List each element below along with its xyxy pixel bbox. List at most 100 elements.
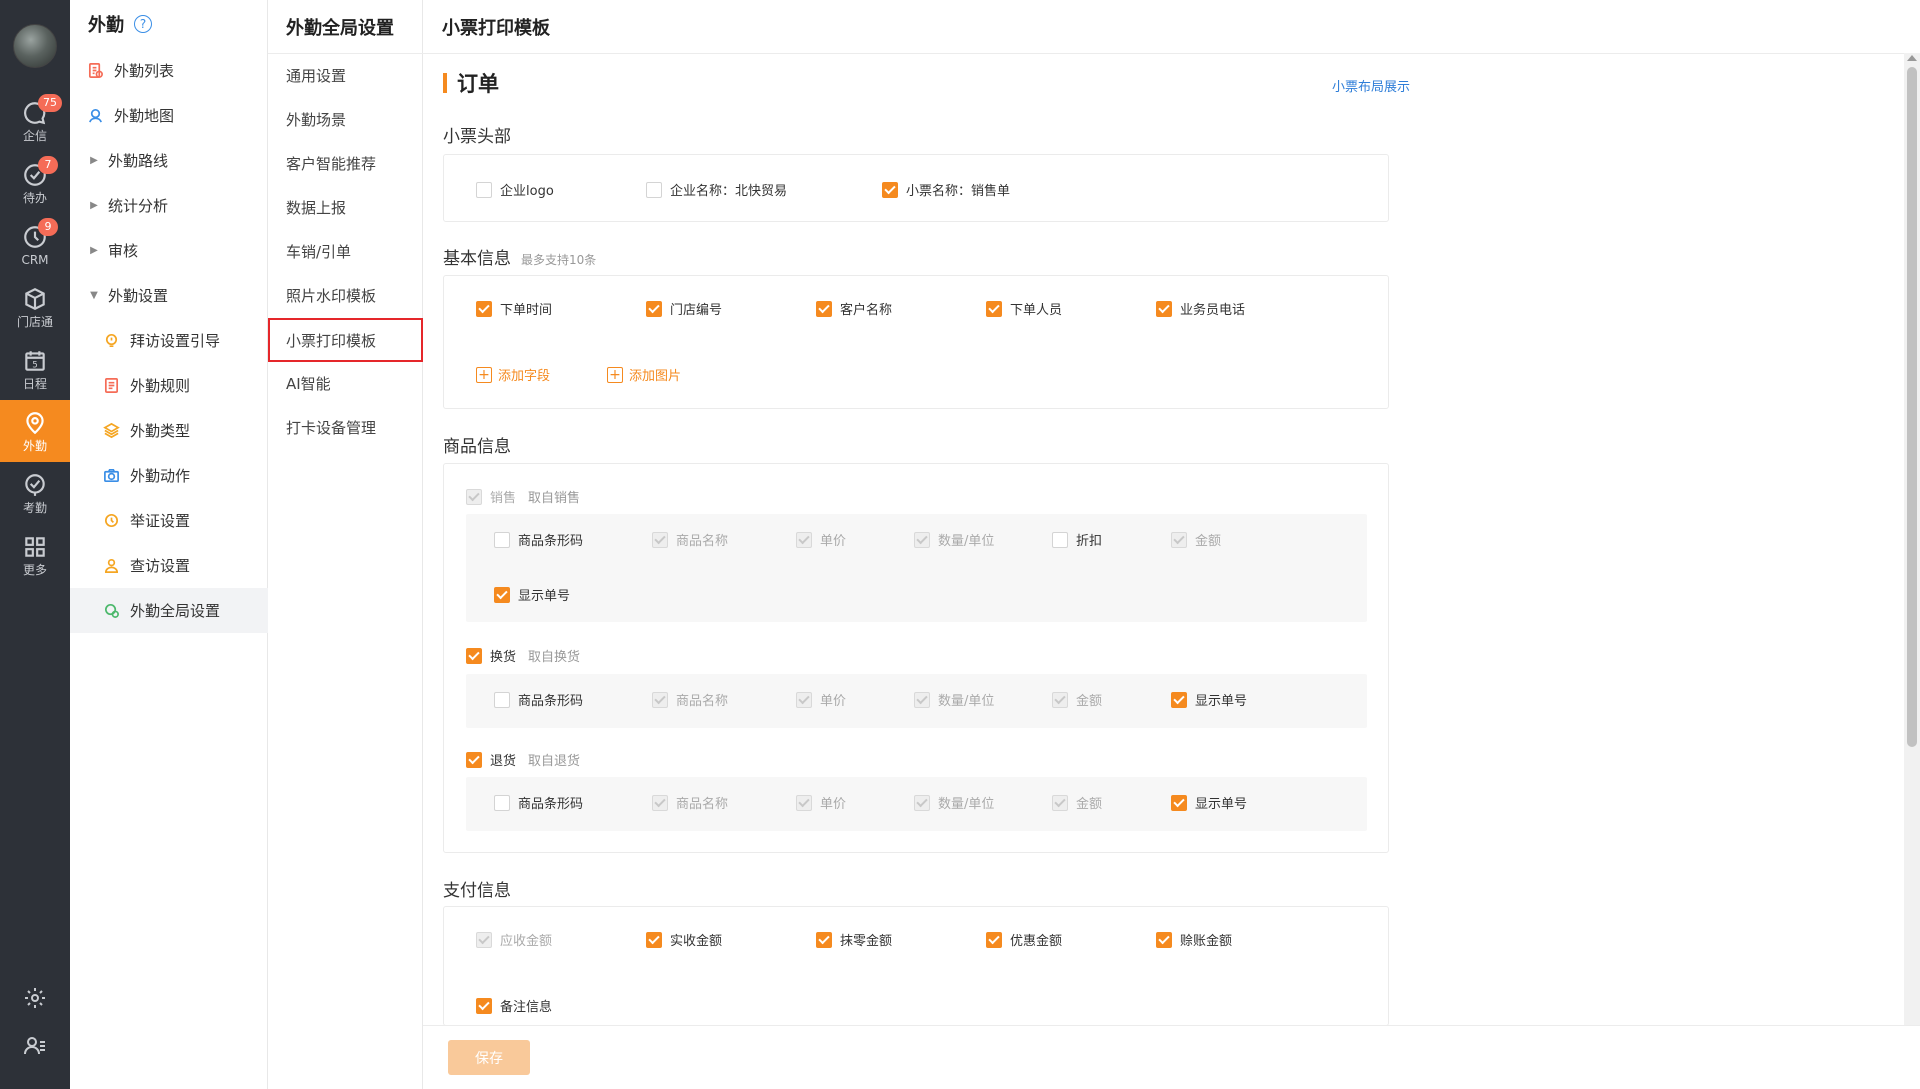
checkbox-mark[interactable] — [652, 691, 668, 708]
rail-item-more[interactable]: 更多 — [0, 524, 70, 586]
checkbox-mark[interactable] — [1156, 931, 1172, 948]
checkbox-receipt-name[interactable]: 小票名称：销售单 — [882, 180, 1010, 199]
settings-nav-general[interactable]: 通用设置 — [268, 53, 423, 97]
checkbox-remarks[interactable]: 备注信息 — [476, 996, 552, 1015]
checkbox-field-barcode[interactable]: 商品条形码 — [494, 530, 583, 549]
nav-item-statistics[interactable]: ▶ 统计分析 — [70, 183, 268, 228]
nav-item-field-map[interactable]: 外勤地图 — [70, 93, 268, 138]
nav-item-evidence[interactable]: 举证设置 — [70, 498, 268, 543]
checkbox-order-time[interactable]: 下单时间 — [476, 299, 552, 318]
checkbox-mark[interactable] — [914, 691, 930, 708]
rail-item-todo[interactable]: 待办 7 — [0, 152, 70, 214]
checkbox-field-product-name[interactable]: 商品名称 — [652, 793, 728, 812]
nav-item-field-types[interactable]: 外勤类型 — [70, 408, 268, 453]
nav-item-visit-guide[interactable]: 拜访设置引导 — [70, 318, 268, 363]
checkbox-mark[interactable] — [476, 300, 492, 317]
checkbox-mark[interactable] — [652, 531, 668, 548]
checkbox-company-logo[interactable]: 企业logo — [476, 180, 554, 199]
checkbox-mark[interactable] — [1171, 794, 1187, 811]
checkbox-field-show-order-no[interactable]: 显示单号 — [1171, 690, 1247, 709]
rail-item-messages[interactable]: 企信 75 — [0, 90, 70, 152]
checkbox-field-barcode[interactable]: 商品条形码 — [494, 690, 583, 709]
checkbox-mark[interactable] — [646, 181, 662, 198]
checkbox-field-product-name[interactable]: 商品名称 — [652, 530, 728, 549]
checkbox-store-code[interactable]: 门店编号 — [646, 299, 722, 318]
rail-item-schedule[interactable]: 5 日程 — [0, 338, 70, 400]
checkbox-group-sales[interactable]: 销售 取自销售 — [466, 487, 580, 506]
checkbox-mark[interactable] — [796, 691, 812, 708]
nav-item-field-settings[interactable]: ▼ 外勤设置 — [70, 273, 268, 318]
checkbox-mark[interactable] — [986, 931, 1002, 948]
nav-item-inspection[interactable]: 查访设置 — [70, 543, 268, 588]
checkbox-mark[interactable] — [796, 531, 812, 548]
scrollbar[interactable] — [1904, 53, 1920, 1025]
checkbox-mark[interactable] — [914, 531, 930, 548]
rail-item-field[interactable]: 外勤 — [0, 400, 70, 462]
help-icon[interactable]: ? — [134, 15, 152, 33]
checkbox-rounding[interactable]: 抹零金额 — [816, 930, 892, 949]
checkbox-mark[interactable] — [494, 586, 510, 603]
settings-nav-clock-device[interactable]: 打卡设备管理 — [268, 405, 423, 449]
checkbox-mark[interactable] — [1052, 794, 1068, 811]
checkbox-field-show-order-no[interactable]: 显示单号 — [494, 585, 570, 604]
settings-nav-ai[interactable]: AI智能 — [268, 361, 423, 405]
layout-preview-link[interactable]: 小票布局展示 — [1332, 76, 1410, 95]
checkbox-company-name[interactable]: 企业名称：北快贸易 — [646, 180, 787, 199]
checkbox-field-amount[interactable]: 金额 — [1052, 690, 1102, 709]
checkbox-mark[interactable] — [476, 931, 492, 948]
checkbox-field-unit-price[interactable]: 单价 — [796, 793, 846, 812]
avatar[interactable] — [13, 24, 57, 68]
checkbox-field-quantity[interactable]: 数量/单位 — [914, 690, 994, 709]
contacts-button[interactable] — [0, 1026, 70, 1066]
checkbox-mark[interactable] — [816, 300, 832, 317]
checkbox-mark[interactable] — [882, 181, 898, 198]
checkbox-group-exchange[interactable]: 换货 取自换货 — [466, 646, 580, 665]
checkbox-field-product-name[interactable]: 商品名称 — [652, 690, 728, 709]
settings-nav-receipt-template[interactable]: 小票打印模板 — [268, 318, 423, 362]
checkbox-received[interactable]: 实收金额 — [646, 930, 722, 949]
checkbox-field-quantity[interactable]: 数量/单位 — [914, 793, 994, 812]
scrollbar-thumb[interactable] — [1907, 67, 1917, 747]
checkbox-field-show-order-no[interactable]: 显示单号 — [1171, 793, 1247, 812]
checkbox-order-person[interactable]: 下单人员 — [986, 299, 1062, 318]
rail-item-store[interactable]: 门店通 — [0, 276, 70, 338]
nav-item-field-list[interactable]: 外勤列表 — [70, 48, 268, 93]
checkbox-sales-phone[interactable]: 业务员电话 — [1156, 299, 1245, 318]
settings-nav-photo-watermark[interactable]: 照片水印模板 — [268, 273, 423, 317]
nav-item-field-actions[interactable]: 外勤动作 — [70, 453, 268, 498]
nav-item-global-settings[interactable]: 外勤全局设置 — [70, 588, 268, 633]
checkbox-mark[interactable] — [646, 300, 662, 317]
settings-nav-vehicle-sales[interactable]: 车销/引单 — [268, 229, 423, 273]
checkbox-mark[interactable] — [1052, 531, 1068, 548]
checkbox-mark[interactable] — [1171, 531, 1187, 548]
checkbox-mark[interactable] — [476, 181, 492, 198]
checkbox-mark[interactable] — [646, 931, 662, 948]
checkbox-field-barcode[interactable]: 商品条形码 — [494, 793, 583, 812]
scroll-up-icon[interactable] — [1907, 55, 1917, 61]
checkbox-mark[interactable] — [816, 931, 832, 948]
checkbox-receivable[interactable]: 应收金额 — [476, 930, 552, 949]
checkbox-discount-amount[interactable]: 优惠金额 — [986, 930, 1062, 949]
checkbox-field-amount[interactable]: 金额 — [1052, 793, 1102, 812]
checkbox-field-unit-price[interactable]: 单价 — [796, 530, 846, 549]
add-field-button[interactable]: + 添加字段 — [476, 365, 550, 384]
checkbox-mark[interactable] — [494, 531, 510, 548]
checkbox-field-unit-price[interactable]: 单价 — [796, 690, 846, 709]
checkbox-mark[interactable] — [1052, 691, 1068, 708]
checkbox-mark[interactable] — [1156, 300, 1172, 317]
checkbox-mark[interactable] — [652, 794, 668, 811]
checkbox-field-amount[interactable]: 金额 — [1171, 530, 1221, 549]
checkbox-mark[interactable] — [494, 794, 510, 811]
checkbox-mark[interactable] — [986, 300, 1002, 317]
checkbox-group-return[interactable]: 退货 取自退货 — [466, 750, 580, 769]
checkbox-mark[interactable] — [476, 997, 492, 1014]
rail-item-crm[interactable]: CRM 9 — [0, 214, 70, 276]
nav-item-review[interactable]: ▶ 审核 — [70, 228, 268, 273]
settings-button[interactable] — [0, 978, 70, 1018]
checkbox-mark[interactable] — [914, 794, 930, 811]
checkbox-mark[interactable] — [494, 691, 510, 708]
settings-nav-scenes[interactable]: 外勤场景 — [268, 97, 423, 141]
checkbox-mark[interactable] — [466, 488, 482, 505]
nav-item-field-route[interactable]: ▶ 外勤路线 — [70, 138, 268, 183]
settings-nav-data-report[interactable]: 数据上报 — [268, 185, 423, 229]
